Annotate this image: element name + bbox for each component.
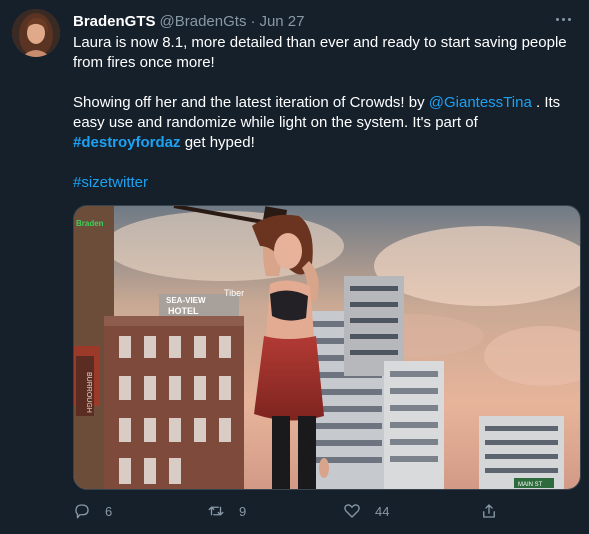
- tweet[interactable]: BradenGTS @BradenGts · Jun 27 Laura is n…: [0, 0, 589, 534]
- like-button[interactable]: 44: [343, 498, 389, 524]
- media-watermark: Braden: [76, 219, 104, 228]
- retweet-count: 9: [239, 503, 247, 519]
- avatar[interactable]: [12, 9, 60, 57]
- reply-button[interactable]: 6: [73, 498, 112, 524]
- tweet-text: Laura is now 8.1, more detailed than eve…: [73, 33, 573, 193]
- avatar-image: [12, 9, 60, 57]
- retweet-icon: [208, 506, 224, 516]
- tweet-date[interactable]: Jun 27: [259, 13, 304, 30]
- tweet-paragraph-1: Laura is now 8.1, more detailed than eve…: [73, 34, 567, 71]
- more-dots-icon-dot: [561, 17, 565, 21]
- tweet-text-segment: Showing off her and the latest iteration…: [73, 94, 429, 111]
- tweet-header: BradenGTS @BradenGts · Jun 27: [73, 11, 305, 31]
- reply-count: 6: [105, 503, 113, 519]
- tweet-paragraph-3: #sizetwitter: [73, 173, 573, 193]
- share-button[interactable]: [480, 498, 498, 524]
- separator-dot: ·: [250, 12, 256, 30]
- tweet-paragraph-2: Showing off her and the latest iteration…: [73, 93, 573, 153]
- sign-tiber: Tiber: [224, 288, 244, 298]
- like-count: 44: [375, 503, 390, 519]
- hashtag-link[interactable]: #destroyfordaz: [73, 134, 181, 151]
- tweet-media[interactable]: BURROUGH SEA-VIEW HOTEL Tiber MAIN ST Br…: [73, 205, 581, 490]
- tweet-text-segment: get hyped!: [180, 134, 255, 151]
- sign-top: SEA-VIEW: [166, 296, 206, 305]
- more-dots-icon-dot: [567, 17, 571, 21]
- heart-icon: [344, 504, 360, 518]
- more-dots-icon: [555, 17, 559, 21]
- user-handle[interactable]: @BradenGts: [160, 13, 247, 30]
- tweet-actions: 6 9 44: [73, 498, 573, 524]
- display-name[interactable]: BradenGTS: [73, 13, 156, 30]
- sign-bottom: HOTEL: [168, 306, 199, 316]
- reply-icon: [75, 504, 89, 519]
- share-icon: [483, 504, 495, 518]
- mention-link[interactable]: @GiantessTina: [429, 94, 532, 111]
- hashtag-link[interactable]: #sizetwitter: [73, 174, 148, 191]
- more-options-button[interactable]: [551, 9, 575, 29]
- sign-street: MAIN ST: [518, 482, 543, 488]
- retweet-button[interactable]: 9: [207, 498, 246, 524]
- sign-vertical: BURROUGH: [85, 372, 92, 413]
- media-image: BURROUGH SEA-VIEW HOTEL Tiber MAIN ST Br…: [74, 206, 580, 489]
